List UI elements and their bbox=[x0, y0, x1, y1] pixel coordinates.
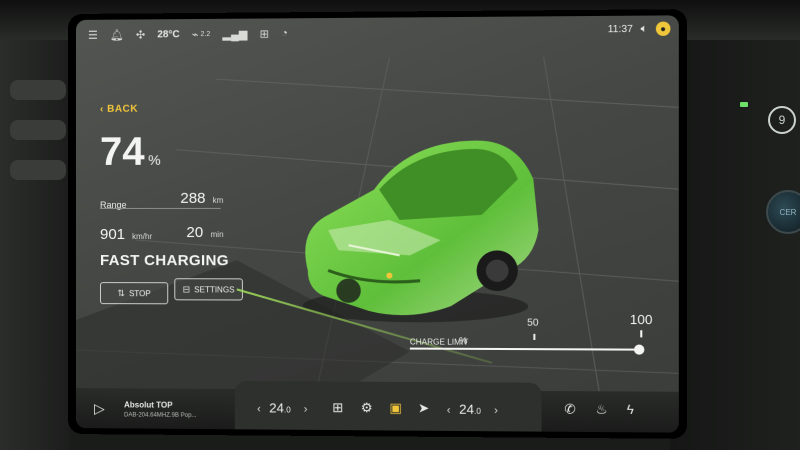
signal-icon: ▂▄▆ bbox=[222, 28, 248, 41]
vent-slot bbox=[10, 120, 66, 140]
left-temp-decimal: .0 bbox=[283, 405, 291, 415]
user-icon[interactable]: ● bbox=[655, 21, 671, 36]
right-temperature: 24.0 bbox=[459, 402, 481, 417]
max-tick bbox=[640, 330, 643, 338]
vent-slot bbox=[10, 80, 66, 100]
left-temp-down-icon[interactable]: ‹ bbox=[257, 403, 261, 415]
divider bbox=[99, 207, 221, 209]
radio-station: Absolut TOP bbox=[124, 400, 173, 410]
right-temp-up-icon[interactable]: › bbox=[494, 405, 498, 417]
range-unit: km bbox=[212, 195, 224, 205]
car-home-icon[interactable]: ▣ bbox=[389, 400, 402, 416]
right-temp-decimal: .0 bbox=[473, 406, 481, 416]
charging-power-value: 901 bbox=[99, 226, 126, 244]
charging-status: FAST CHARGING bbox=[99, 252, 229, 270]
outside-temperature: 28°C bbox=[157, 28, 180, 40]
status-led bbox=[740, 102, 748, 107]
right-console bbox=[670, 40, 800, 450]
charging-power-unit: km/hr bbox=[132, 232, 153, 242]
charge-limit-handle[interactable] bbox=[633, 344, 645, 355]
phone-icon[interactable]: ✆ bbox=[564, 401, 575, 417]
battery-icon: ⌁ bbox=[191, 28, 199, 41]
stop-label: STOP bbox=[129, 288, 151, 298]
mid-tick bbox=[533, 333, 536, 340]
right-temp-down-icon[interactable]: ‹ bbox=[447, 405, 451, 417]
infotainment-screen: ☰ 🔔︎ ✣ 28°C ⌁ 2.2 ▂▄▆ ⊞ ◔ 11:37 🔈︎ ● ‹ B… bbox=[68, 9, 688, 439]
range-value: 288 bbox=[180, 189, 206, 207]
battery-percent: 74 bbox=[99, 129, 145, 174]
charge-limit-mid-mark: 50 bbox=[527, 317, 539, 329]
bell-icon[interactable]: 🔔︎ bbox=[110, 28, 124, 41]
back-label: BACK bbox=[107, 103, 139, 115]
charging-view: ☰ 🔔︎ ✣ 28°C ⌁ 2.2 ▂▄▆ ⊞ ◔ 11:37 🔈︎ ● ‹ B… bbox=[75, 15, 679, 433]
back-button[interactable]: ‹ BACK bbox=[100, 104, 138, 115]
lightning-icon[interactable]: ϟ bbox=[627, 402, 634, 417]
apps-grid-icon[interactable]: ⊞ bbox=[332, 400, 343, 416]
brand-logo-icon: 9 bbox=[768, 106, 796, 134]
navigation-icon[interactable]: ➤ bbox=[418, 400, 429, 416]
settings-icon: ⊟ bbox=[182, 283, 191, 294]
status-bar: ☰ 🔔︎ ✣ 28°C ⌁ 2.2 ▂▄▆ ⊞ ◔ 11:37 🔈︎ ● bbox=[76, 15, 679, 50]
time-remaining-unit: min bbox=[210, 230, 224, 240]
play-icon[interactable]: ▷ bbox=[94, 400, 105, 417]
clock: 11:37 bbox=[607, 23, 633, 36]
volume-icon[interactable]: 🔈︎ bbox=[641, 23, 648, 36]
right-temp-value: 24 bbox=[459, 401, 474, 417]
charge-limit-max-mark: 100 bbox=[629, 311, 653, 328]
car-illustration bbox=[302, 140, 539, 323]
battery-percent-unit: % bbox=[148, 151, 161, 168]
left-temp-up-icon[interactable]: › bbox=[304, 404, 308, 416]
charge-limit-unit: % bbox=[459, 335, 468, 346]
aux-readout: 2.2 bbox=[200, 30, 211, 38]
seat-heat-icon[interactable]: ♨ bbox=[596, 401, 608, 417]
radio-subtitle: DAB-204.64MHZ.9B Pop... bbox=[124, 412, 197, 419]
left-temperature: 24.0 bbox=[269, 400, 290, 415]
fan-icon[interactable]: ✣ bbox=[136, 28, 145, 41]
gear-icon[interactable]: ⚙ bbox=[361, 400, 373, 416]
time-remaining-value: 20 bbox=[186, 224, 204, 242]
gauge-icon: ◔ bbox=[281, 27, 288, 40]
network-icon: ⊞ bbox=[259, 28, 269, 41]
left-temp-value: 24 bbox=[269, 400, 284, 416]
stop-button[interactable]: ⇅ STOP bbox=[99, 282, 169, 305]
charger-icon: ⇅ bbox=[117, 287, 125, 298]
left-air-vent bbox=[0, 40, 70, 450]
settings-sliders-icon[interactable]: ☰ bbox=[88, 28, 98, 41]
settings-button[interactable]: ⊟ SETTINGS bbox=[174, 278, 243, 301]
vent-slot bbox=[10, 160, 66, 180]
settings-label: SETTINGS bbox=[194, 284, 235, 294]
